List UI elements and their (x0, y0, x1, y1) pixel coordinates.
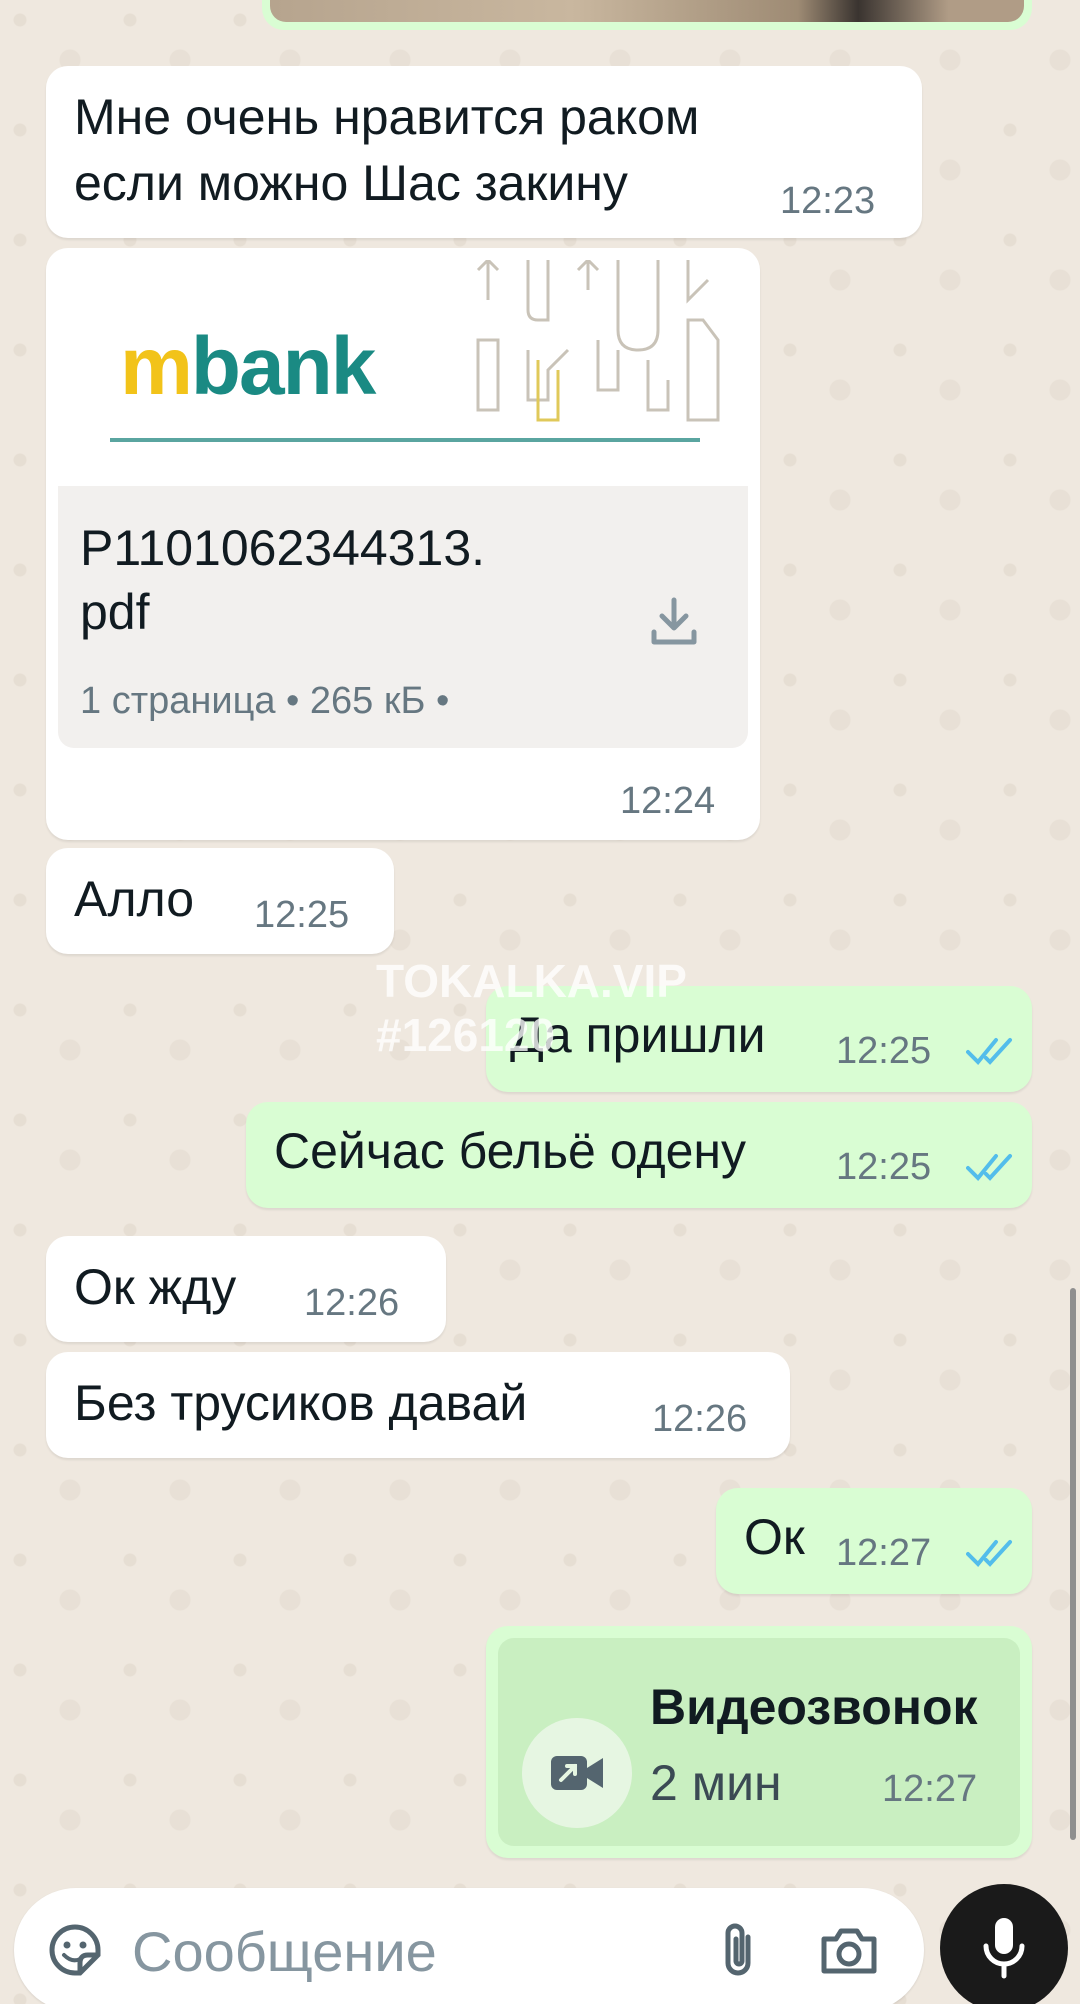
document-file-name-line: P1101062344313. (80, 520, 486, 576)
incoming-document-message[interactable]: mbank P1101062344313. pdf 1 страница • 2 (46, 248, 760, 840)
document-file-name-line: pdf (80, 584, 150, 640)
document-preview[interactable]: mbank (58, 260, 748, 486)
message-text-line: если можно Шас закину (74, 155, 628, 211)
message-text: Алло (74, 871, 195, 927)
message-composer (14, 1888, 924, 2004)
message-time: 12:26 (652, 1398, 748, 1440)
outgoing-message[interactable]: Сейчас бельё одену 12:25 (246, 1102, 1032, 1208)
image-thumbnail[interactable] (270, 0, 1024, 22)
outgoing-call-message[interactable]: Видеозвонок 2 мин 12:27 (486, 1626, 1032, 1858)
incoming-message[interactable]: Ок жду 12:26 (46, 1236, 446, 1342)
paperclip-icon[interactable] (704, 1915, 774, 1985)
message-time: 12:25 (836, 1146, 932, 1188)
message-text: Ок жду (74, 1259, 237, 1315)
message-time: 12:24 (620, 780, 716, 822)
incoming-message[interactable]: Без трусиков давай 12:26 (46, 1352, 790, 1458)
sticker-icon[interactable] (40, 1915, 110, 1985)
read-receipt-icon (966, 1540, 1012, 1567)
message-input[interactable] (132, 1916, 632, 1986)
message-time: 12:23 (780, 180, 876, 222)
call-card[interactable]: Видеозвонок 2 мин 12:27 (498, 1638, 1020, 1846)
outgoing-message[interactable]: Ок 12:27 (716, 1488, 1032, 1594)
document-meta: 1 страница • 265 кБ • (80, 680, 450, 722)
message-text-line: Мне очень нравится раком (74, 89, 700, 145)
message-time: 12:27 (836, 1532, 932, 1574)
watermark-line: TOKALKA.VIP (376, 955, 687, 1007)
mbank-logo: mbank (120, 321, 376, 412)
microphone-icon (983, 1918, 1025, 1979)
scrollbar[interactable] (1070, 1288, 1076, 1840)
read-receipt-icon (966, 1154, 1012, 1181)
watermark-line: #126120 (376, 1009, 556, 1061)
message-time: 12:25 (254, 894, 350, 936)
document-info[interactable]: P1101062344313. pdf 1 страница • 265 кБ … (58, 486, 748, 748)
message-text: Без трусиков давай (74, 1375, 528, 1431)
video-call-icon-circle (522, 1718, 632, 1828)
decorative-arrows-graphic (476, 260, 720, 422)
watermark: TOKALKA.VIP #126120 (376, 954, 687, 1062)
microphone-button[interactable] (940, 1884, 1068, 2004)
read-receipt-icon (966, 1038, 1012, 1065)
message-text: Сейчас бельё одену (274, 1123, 747, 1179)
message-time: 12:25 (836, 1030, 932, 1072)
message-time: 12:26 (304, 1282, 400, 1324)
call-title: Видеозвонок (650, 1679, 978, 1735)
message-text: Ок (744, 1509, 805, 1565)
message-time: 12:27 (882, 1768, 978, 1810)
call-duration: 2 мин (650, 1755, 782, 1811)
logo-underline (110, 438, 700, 442)
download-icon[interactable] (646, 594, 702, 650)
image-message-bubble[interactable] (262, 0, 1032, 30)
camera-icon[interactable] (814, 1915, 884, 1985)
incoming-message[interactable]: Мне очень нравится раком если можно Шас … (46, 66, 922, 238)
incoming-message[interactable]: Алло 12:25 (46, 848, 394, 954)
video-call-icon (551, 1756, 603, 1790)
